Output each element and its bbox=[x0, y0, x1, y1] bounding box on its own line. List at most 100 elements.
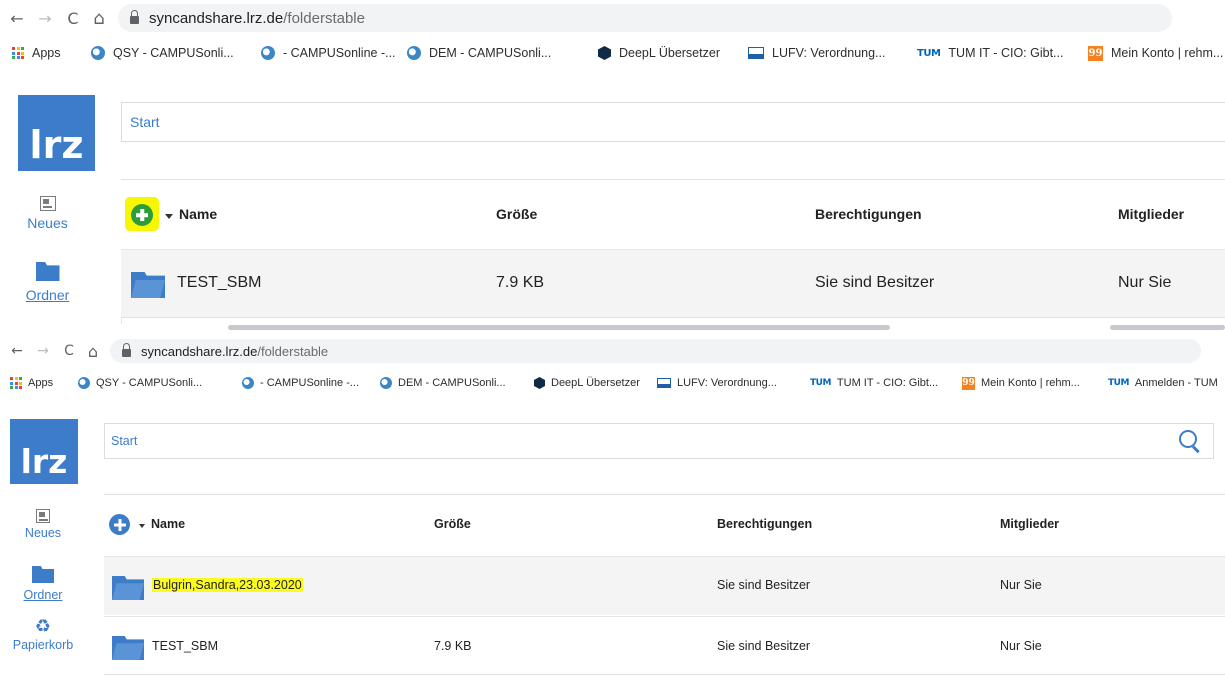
screenshot-before: ← → C ⌂ syncandshare.lrz.de/folderstable… bbox=[0, 0, 1225, 324]
url-field[interactable]: syncandshare.lrz.de/folderstable bbox=[118, 4, 1172, 32]
add-button[interactable] bbox=[131, 204, 153, 226]
table-row[interactable]: TEST_SBM 7.9 KB Sie sind Besitzer Nur Si… bbox=[121, 249, 1225, 317]
divider bbox=[104, 674, 1225, 675]
folder-permissions: Sie sind Besitzer bbox=[717, 639, 811, 653]
bookmark-apps[interactable]: Apps bbox=[10, 377, 53, 389]
bookmark-deepl[interactable]: DeepL Übersetzer bbox=[534, 377, 640, 389]
members-column[interactable]: Mitglieder bbox=[1118, 206, 1184, 222]
folder-name[interactable]: TEST_SBM bbox=[152, 639, 218, 653]
caret-down-icon bbox=[165, 214, 173, 219]
bookmark-campusonline[interactable]: - CAMPUSonline -... bbox=[261, 46, 396, 60]
url-host: syncandshare.lrz.de bbox=[149, 9, 284, 27]
folder-permissions: Sie sind Besitzer bbox=[717, 578, 811, 592]
bookmark-mein-konto[interactable]: 99 Mein Konto | rehm... bbox=[962, 376, 1080, 390]
campusonline-icon bbox=[91, 46, 105, 60]
home-button[interactable]: ⌂ bbox=[88, 8, 110, 29]
search-input[interactable] bbox=[122, 103, 1225, 141]
folder-icon bbox=[35, 262, 60, 281]
lock-icon bbox=[122, 343, 131, 357]
folder-name[interactable]: Bulgrin,Sandra,23.03.2020 bbox=[152, 578, 303, 592]
bookmarks-bar: Apps QSY - CAMPUSonli... - CAMPUSonline … bbox=[0, 372, 1225, 394]
bookmark-lufv[interactable]: LUFV: Verordnung... bbox=[748, 46, 886, 60]
lufv-icon bbox=[748, 47, 764, 59]
folder-members: Nur Sie bbox=[1118, 274, 1172, 291]
sort-name-column[interactable]: Name bbox=[165, 206, 217, 222]
folder-size: 7.9 KB bbox=[434, 639, 472, 653]
table-header: Name Größe Berechtigungen Mitglieder bbox=[104, 508, 1225, 540]
tum-icon: TUM bbox=[1108, 378, 1129, 388]
reload-button[interactable]: C bbox=[62, 9, 84, 28]
folder-permissions: Sie sind Besitzer bbox=[815, 274, 935, 291]
deepl-icon bbox=[598, 46, 611, 60]
bookmark-dem[interactable]: DEM - CAMPUSonli... bbox=[380, 377, 506, 389]
reload-button[interactable]: C bbox=[58, 343, 80, 359]
forward-button[interactable]: → bbox=[32, 343, 54, 359]
bookmark-tum-it[interactable]: TUM TUM IT - CIO: Gibt... bbox=[810, 377, 938, 389]
permissions-column[interactable]: Berechtigungen bbox=[815, 206, 922, 222]
folder-name[interactable]: TEST_SBM bbox=[177, 274, 261, 292]
permissions-column[interactable]: Berechtigungen bbox=[717, 517, 812, 531]
news-icon bbox=[39, 196, 56, 211]
tum-icon: TUM bbox=[917, 47, 941, 59]
sidebar-item-news[interactable]: Neues bbox=[0, 196, 95, 231]
lufv-icon bbox=[657, 378, 671, 388]
lrz-logo[interactable]: lrz bbox=[10, 419, 78, 484]
folder-icon bbox=[112, 576, 144, 600]
campusonline-icon bbox=[78, 377, 90, 389]
search-input[interactable] bbox=[105, 424, 1213, 458]
sidebar-item-folders[interactable]: Ordner bbox=[0, 566, 86, 602]
size-column[interactable]: Größe bbox=[496, 206, 537, 222]
search-field[interactable] bbox=[104, 423, 1214, 459]
campusonline-icon bbox=[261, 46, 275, 60]
mein-konto-icon: 99 bbox=[962, 376, 975, 390]
bookmark-qsy[interactable]: QSY - CAMPUSonli... bbox=[78, 377, 202, 389]
screenshot-after: ← → C ⌂ syncandshare.lrz.de/folderstable… bbox=[0, 336, 1225, 680]
sidebar-item-news[interactable]: Neues bbox=[0, 509, 86, 540]
bookmark-campusonline[interactable]: - CAMPUSonline -... bbox=[242, 377, 359, 389]
campusonline-icon bbox=[380, 377, 392, 389]
table-row[interactable]: Bulgrin,Sandra,23.03.2020 Sie sind Besit… bbox=[104, 556, 1225, 615]
back-button[interactable]: ← bbox=[6, 9, 28, 28]
bookmark-anmelden-tum[interactable]: TUM Anmelden - TUM bbox=[1108, 377, 1218, 389]
apps-icon bbox=[10, 377, 22, 389]
bookmark-mein-konto[interactable]: 99 Mein Konto | rehm... bbox=[1088, 45, 1223, 61]
search-field[interactable] bbox=[121, 102, 1225, 142]
bookmark-lufv[interactable]: LUFV: Verordnung... bbox=[657, 377, 777, 389]
recycle-icon: ♻ bbox=[34, 616, 52, 637]
search-icon[interactable] bbox=[1179, 430, 1201, 454]
home-button[interactable]: ⌂ bbox=[82, 342, 104, 361]
folder-icon bbox=[112, 636, 144, 660]
bookmark-qsy[interactable]: QSY - CAMPUSonli... bbox=[91, 46, 234, 60]
divider bbox=[121, 317, 1225, 318]
url-field[interactable]: syncandshare.lrz.de/folderstable bbox=[110, 339, 1201, 363]
add-button[interactable] bbox=[109, 514, 130, 535]
table-header: Name Größe Berechtigungen Mitglieder bbox=[121, 196, 1225, 232]
lock-icon bbox=[130, 10, 139, 24]
lrz-logo[interactable]: lrz bbox=[18, 95, 95, 171]
back-button[interactable]: ← bbox=[6, 343, 28, 359]
sort-name-column[interactable]: Name bbox=[139, 517, 185, 531]
url-path: /folderstable bbox=[257, 343, 329, 359]
size-column[interactable]: Größe bbox=[434, 517, 471, 531]
divider bbox=[121, 317, 122, 324]
table-row[interactable]: TEST_SBM 7.9 KB Sie sind Besitzer Nur Si… bbox=[104, 616, 1225, 674]
bookmark-apps[interactable]: Apps bbox=[12, 46, 61, 60]
divider bbox=[121, 179, 1225, 180]
horizontal-scrollbar[interactable] bbox=[1110, 325, 1225, 330]
forward-button[interactable]: → bbox=[34, 9, 56, 28]
members-column[interactable]: Mitglieder bbox=[1000, 517, 1059, 531]
mein-konto-icon: 99 bbox=[1088, 45, 1103, 61]
folder-size: 7.9 KB bbox=[496, 274, 545, 291]
campusonline-icon bbox=[407, 46, 421, 60]
folder-members: Nur Sie bbox=[1000, 578, 1042, 592]
sidebar-item-trash[interactable]: ♻ Papierkorb bbox=[0, 616, 86, 653]
folder-members: Nur Sie bbox=[1000, 639, 1042, 653]
bookmark-dem[interactable]: DEM - CAMPUSonli... bbox=[407, 46, 551, 60]
horizontal-scrollbar[interactable] bbox=[228, 325, 890, 330]
divider bbox=[104, 494, 1225, 495]
sidebar-item-folders[interactable]: Ordner bbox=[0, 262, 95, 303]
apps-icon bbox=[12, 47, 24, 59]
bookmark-deepl[interactable]: DeepL Übersetzer bbox=[598, 46, 720, 60]
folder-icon bbox=[32, 566, 54, 583]
bookmark-tum-it[interactable]: TUM TUM IT - CIO: Gibt... bbox=[917, 46, 1063, 60]
